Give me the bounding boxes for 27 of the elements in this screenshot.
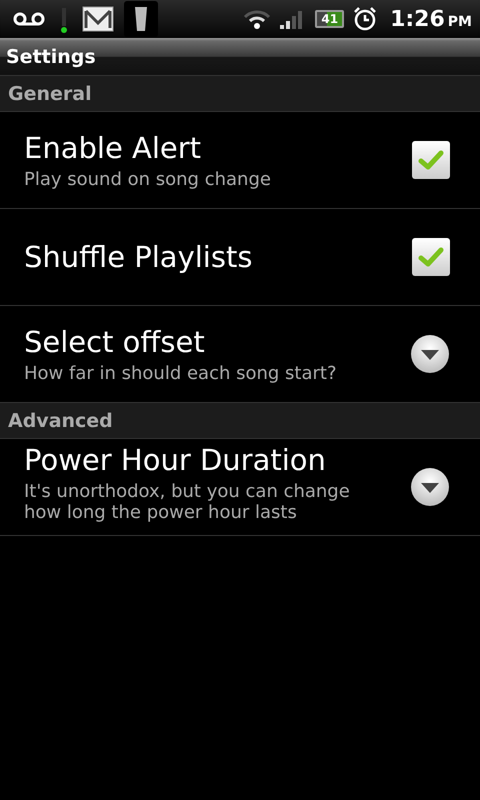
section-title: Advanced [8, 410, 113, 432]
preference-title: Power Hour Duration [24, 443, 327, 477]
preference-summary: It's unorthodox, but you can change how long the power hour lasts [24, 481, 351, 525]
mail-icon [82, 6, 114, 32]
preference-row[interactable]: Power Hour Duration It's unorthodox, but you can change how long the power hour lasts [0, 439, 480, 536]
preference-title: Shuffle Playlists [24, 240, 252, 274]
voicemail-icon [12, 11, 46, 27]
preference-summary: How far in should each song start? [24, 362, 337, 384]
checkmark-icon [418, 246, 444, 268]
preference-title: Enable Alert [24, 130, 202, 164]
clock-time: 1:26 [390, 6, 445, 32]
preference-row[interactable]: Enable Alert Play sound on song change [0, 112, 480, 209]
preference-row[interactable]: Shuffle Playlists [0, 209, 480, 306]
glass-icon [124, 1, 158, 37]
clock-period: PM [448, 14, 472, 30]
section-title: General [8, 82, 92, 104]
screen-title: Settings [6, 46, 96, 68]
alarm-clock-icon [352, 6, 378, 32]
dropdown-icon[interactable] [410, 467, 450, 507]
battery-indicator: 41 [315, 10, 344, 28]
checkbox[interactable] [412, 238, 450, 276]
dropdown-icon[interactable] [410, 334, 450, 374]
checkmark-icon [418, 149, 444, 171]
preference-title: Select offset [24, 324, 206, 358]
checkbox[interactable] [412, 141, 450, 179]
wifi-icon [243, 8, 272, 30]
preference-summary: Play sound on song change [24, 168, 271, 190]
